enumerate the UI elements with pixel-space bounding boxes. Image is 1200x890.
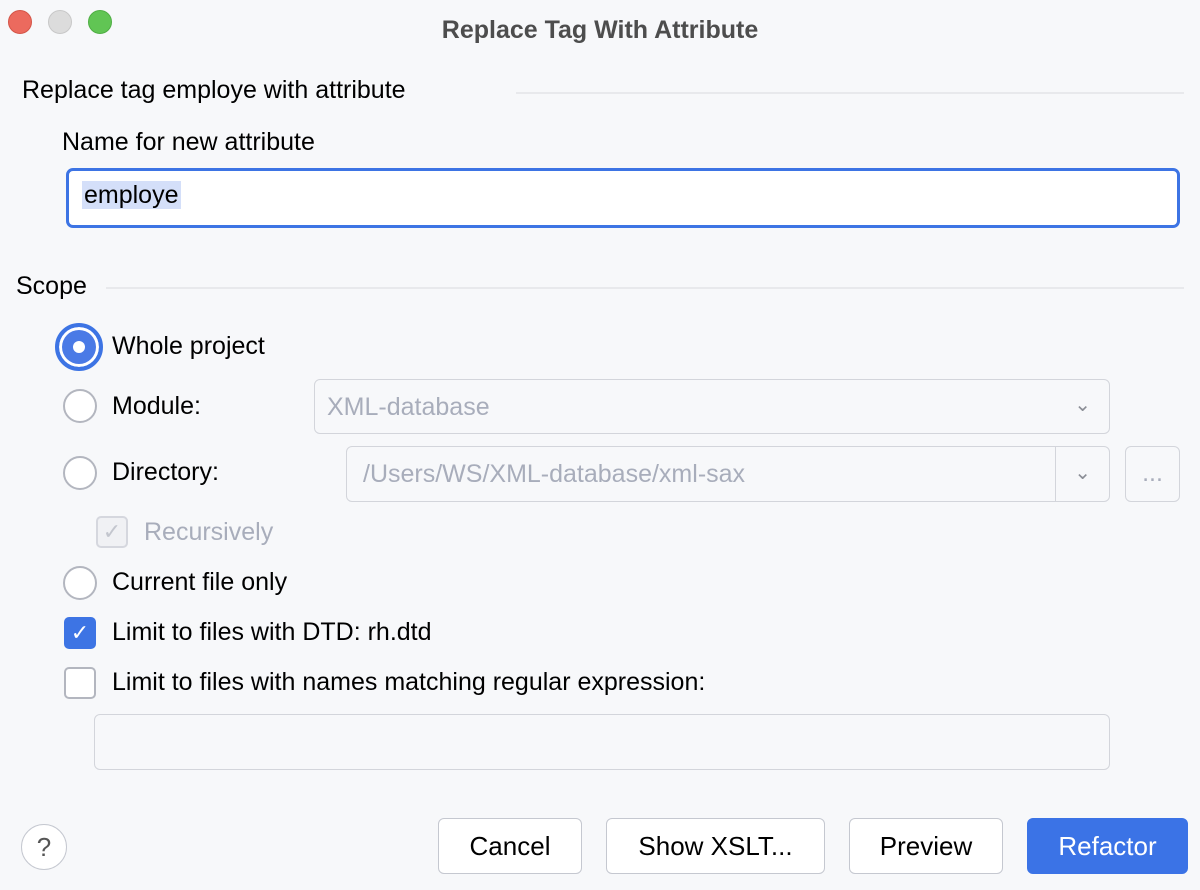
limit-regex-label[interactable]: Limit to files with names matching regul… bbox=[112, 668, 705, 697]
check-icon: ✓ bbox=[70, 620, 90, 645]
module-dropdown[interactable]: XML-database ⌄ bbox=[314, 379, 1110, 434]
window-title: Replace Tag With Attribute bbox=[441, 16, 759, 44]
chevron-down-icon[interactable]: ⌄ bbox=[1074, 460, 1091, 485]
directory-radio[interactable] bbox=[63, 456, 97, 490]
recursively-checkbox[interactable]: ✓ bbox=[96, 516, 128, 548]
whole-project-radio[interactable] bbox=[55, 323, 103, 371]
directory-label[interactable]: Directory: bbox=[112, 458, 219, 487]
cancel-button[interactable]: Cancel bbox=[438, 818, 582, 874]
chevron-down-icon: ⌄ bbox=[1074, 394, 1091, 416]
browse-label: ... bbox=[1142, 459, 1163, 487]
module-label[interactable]: Module: bbox=[112, 392, 201, 421]
directory-value: /Users/WS/XML-database/xml-sax bbox=[363, 460, 746, 488]
name-label: Name for new attribute bbox=[62, 128, 315, 156]
divider bbox=[106, 287, 1184, 289]
current-file-label[interactable]: Current file only bbox=[112, 568, 287, 597]
limit-regex-checkbox[interactable] bbox=[64, 667, 96, 699]
module-radio[interactable] bbox=[63, 389, 97, 423]
scope-label: Scope bbox=[16, 272, 87, 300]
replace-header: Replace tag employe with attribute bbox=[22, 76, 406, 104]
recursively-label: Recursively bbox=[144, 518, 274, 546]
whole-project-label[interactable]: Whole project bbox=[112, 332, 265, 361]
help-button[interactable]: ? bbox=[21, 824, 67, 870]
divider bbox=[1055, 447, 1056, 501]
limit-dtd-label[interactable]: Limit to files with DTD: rh.dtd bbox=[112, 618, 432, 647]
current-file-radio[interactable] bbox=[63, 566, 97, 600]
limit-dtd-checkbox[interactable]: ✓ bbox=[64, 617, 96, 649]
regex-input[interactable] bbox=[94, 714, 1110, 770]
directory-input[interactable]: /Users/WS/XML-database/xml-sax ⌄ bbox=[346, 446, 1110, 502]
help-icon: ? bbox=[36, 832, 52, 862]
preview-button[interactable]: Preview bbox=[849, 818, 1003, 874]
attribute-name-input[interactable]: employe bbox=[66, 168, 1180, 228]
show-xslt-button[interactable]: Show XSLT... bbox=[606, 818, 825, 874]
refactor-button[interactable]: Refactor bbox=[1027, 818, 1188, 874]
module-value: XML-database bbox=[327, 393, 490, 421]
divider bbox=[516, 92, 1184, 94]
check-icon: ✓ bbox=[102, 519, 122, 544]
attribute-name-value: employe bbox=[82, 181, 181, 209]
browse-button[interactable]: ... bbox=[1125, 446, 1180, 502]
